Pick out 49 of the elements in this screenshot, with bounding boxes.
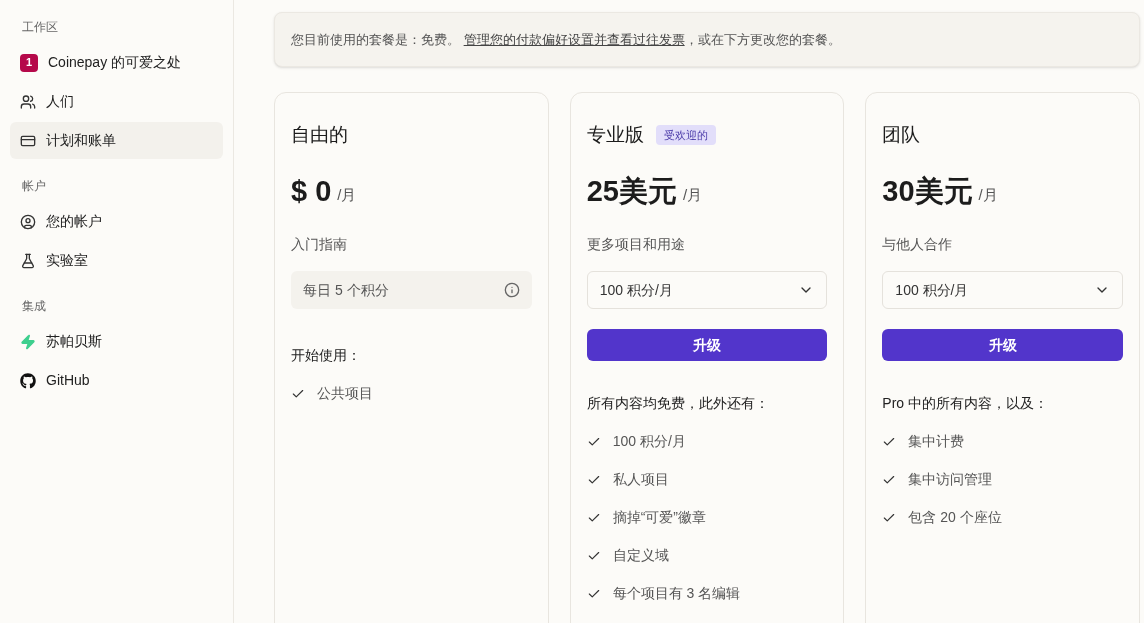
- features-heading: Pro 中的所有内容，以及：: [882, 394, 1050, 413]
- plan-name: 自由的: [291, 122, 348, 147]
- plan-tagline: 入门指南: [291, 235, 348, 254]
- plan-price: $ 0: [291, 177, 332, 206]
- credits-dropdown[interactable]: 100 积分/月: [882, 271, 1123, 309]
- feature-text: 私人项目: [612, 470, 669, 489]
- banner-text: 您目前使用的套餐是：免费。 管理您的付款偏好设置并查看过往发票，或在下方更改您的套餐。: [291, 30, 841, 49]
- plan-name: 专业版: [586, 122, 644, 147]
- credits-dropdown[interactable]: 100 积分/月: [586, 271, 828, 309]
- plan-tagline: 更多项目和用途: [586, 235, 686, 254]
- feature-text: 公共项目: [317, 384, 373, 403]
- plan-name: 团队: [882, 122, 921, 147]
- flask-icon: [20, 252, 36, 269]
- feature-text: 自定义域: [612, 546, 669, 565]
- feature-text: 每个项目有 3 名编辑: [612, 584, 741, 603]
- features-heading: 开始使用：: [291, 346, 362, 365]
- sidebar-item[interactable]: 计划和账单: [10, 122, 223, 159]
- features-heading: 所有内容均免费，此外还有：: [586, 394, 770, 413]
- credits-text: 每日 5 个积分: [303, 280, 389, 300]
- upgrade-button[interactable]: 升级: [882, 329, 1123, 361]
- sidebar-item[interactable]: 人们: [10, 83, 223, 120]
- section-heading: 工作区: [21, 19, 59, 36]
- sidebar-item[interactable]: 1 Coinepay 的可爱之处: [10, 44, 223, 81]
- plan-price: 30美元: [882, 177, 973, 206]
- section-heading: 集成: [21, 298, 47, 315]
- section-heading: 帐户: [21, 178, 47, 195]
- price-period: /月: [978, 184, 998, 205]
- sidebar-item[interactable]: 您的帐户: [10, 203, 223, 240]
- feature-text: 100 积分/月: [612, 432, 686, 451]
- feature-text: 包含 20 个座位: [908, 508, 1002, 527]
- manage-billing-link[interactable]: 管理您的付款偏好设置并查看过往发票: [463, 31, 685, 47]
- price-period: /月: [337, 184, 357, 205]
- plan-price: 25美元: [586, 177, 677, 206]
- user-icon: [20, 213, 36, 230]
- people-icon: [20, 93, 36, 110]
- sidebar-item[interactable]: GitHub: [10, 362, 223, 399]
- workspace-badge: 1: [20, 53, 38, 72]
- github-icon: [20, 372, 36, 389]
- popular-tag: 受欢迎的: [655, 124, 716, 146]
- upgrade-button[interactable]: 升级: [586, 329, 828, 361]
- feature-text: 集中访问管理: [908, 470, 993, 489]
- feature-text: 集中计费: [908, 432, 965, 451]
- feature-text: 摘掉“可爱”徽章: [612, 508, 706, 527]
- sidebar-item[interactable]: 苏帕贝斯: [10, 323, 223, 360]
- plan-tagline: 与他人合作: [882, 235, 954, 254]
- price-period: /月: [682, 184, 703, 205]
- lightning-icon: [20, 333, 36, 350]
- sidebar-item[interactable]: 实验室: [10, 242, 223, 279]
- info-icon[interactable]: [503, 282, 520, 298]
